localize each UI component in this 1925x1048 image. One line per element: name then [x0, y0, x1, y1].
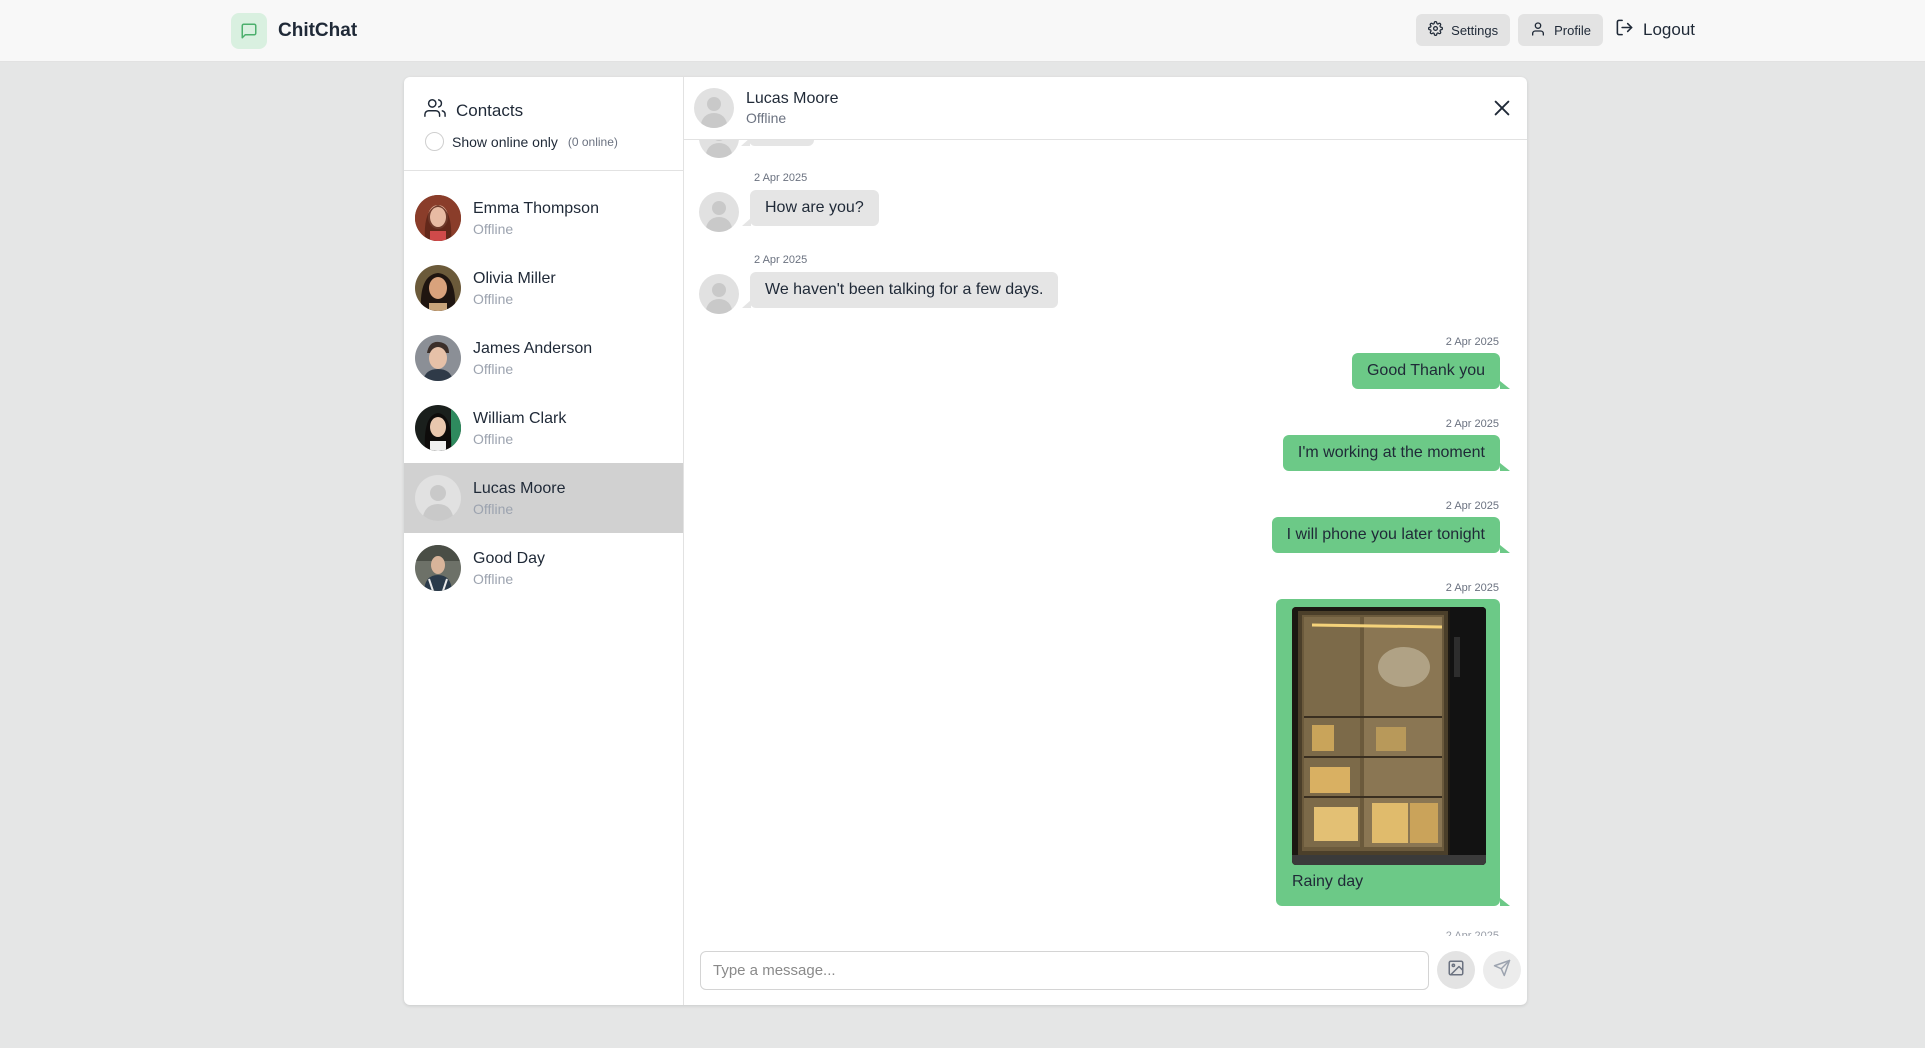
contact-name: Lucas Moore: [473, 479, 566, 497]
message-time: 2 Apr 2025: [1445, 500, 1499, 512]
message-time: 2 Apr 2025: [754, 254, 808, 266]
contacts-title: Contacts: [456, 100, 524, 120]
contact-status: Offline: [473, 500, 514, 517]
contact-name: Emma Thompson: [473, 199, 599, 217]
chat-contact-name: Lucas Moore: [746, 90, 839, 107]
contacts-sidebar: Contacts Show online only (0 online) Emm…: [404, 77, 684, 1005]
message-bubble-outgoing: Good Thank you: [1351, 353, 1511, 389]
settings-button[interactable]: Settings: [1416, 14, 1511, 46]
message-input[interactable]: [700, 950, 1429, 990]
message-photo[interactable]: [1292, 607, 1486, 865]
user-icon: [1530, 21, 1546, 40]
default-avatar-icon: [699, 140, 739, 158]
message-composer: [684, 935, 1527, 1005]
logout-label: Logout: [1643, 20, 1695, 39]
contact-name: Olivia Miller: [473, 269, 556, 287]
profile-button[interactable]: Profile: [1518, 14, 1603, 46]
message-bubble-incoming: [741, 140, 814, 146]
message-bubble-incoming: We haven't been talking for a few days.: [741, 272, 1059, 308]
online-count: (0 online): [567, 134, 618, 149]
message-time: 2 Apr 2025: [1445, 336, 1499, 348]
users-icon: [423, 97, 447, 124]
default-avatar-icon: [699, 274, 739, 314]
chat-bubble-icon: [231, 13, 267, 49]
avatar: [415, 195, 461, 241]
default-avatar-icon: [694, 88, 734, 128]
contact-item-william-clark[interactable]: William Clark Offline: [404, 393, 683, 463]
contact-status: Offline: [473, 430, 514, 447]
app-name: ChitChat: [278, 20, 358, 41]
contact-list: Emma Thompson Offline Olivia Miller Offl…: [404, 171, 683, 603]
send-button[interactable]: [1483, 951, 1521, 989]
contact-name: Good Day: [473, 549, 546, 567]
profile-label: Profile: [1554, 22, 1591, 38]
contact-item-good-day[interactable]: Good Day Offline: [404, 533, 683, 603]
message-time: 2 Apr 2025: [1445, 418, 1499, 430]
contact-item-olivia-miller[interactable]: Olivia Miller Offline: [404, 253, 683, 323]
brand[interactable]: ChitChat: [231, 13, 357, 49]
contact-status: Offline: [473, 360, 514, 377]
logout-button[interactable]: Logout: [1611, 14, 1699, 46]
image-icon: [1447, 959, 1465, 982]
online-only-label[interactable]: Show online only: [452, 134, 558, 150]
top-navbar: ChitChat Settings Profile Logout: [0, 0, 1925, 62]
chat-pane: Lucas Moore Offline 2 Apr 2025 How are y…: [684, 77, 1527, 1005]
chat-header: Lucas Moore Offline: [684, 77, 1527, 140]
contact-item-lucas-moore[interactable]: Lucas Moore Offline: [404, 463, 683, 533]
contact-name: William Clark: [473, 409, 567, 427]
attach-image-button[interactable]: [1437, 951, 1475, 989]
sidebar-header: Contacts Show online only (0 online): [404, 77, 683, 171]
avatar: [415, 265, 461, 311]
avatar: [415, 335, 461, 381]
message-bubble-incoming: How are you?: [742, 190, 879, 226]
logout-icon: [1615, 18, 1634, 42]
contact-status: Offline: [473, 220, 514, 237]
message-bubble-outgoing-image: Rainy day: [1276, 599, 1510, 906]
online-only-checkbox[interactable]: [425, 132, 444, 151]
settings-label: Settings: [1451, 22, 1499, 38]
contact-item-emma-thompson[interactable]: Emma Thompson Offline: [404, 183, 683, 253]
message-time: 2 Apr 2025: [1445, 582, 1499, 594]
chat-container: Contacts Show online only (0 online) Emm…: [404, 77, 1527, 1005]
message-bubble-outgoing: I'm working at the moment: [1282, 435, 1511, 471]
avatar: [415, 545, 461, 591]
close-icon[interactable]: [1491, 97, 1513, 119]
message-bubble-outgoing: I will phone you later tonight: [1271, 517, 1511, 553]
message-time: 2 Apr 2025: [754, 172, 808, 184]
send-icon: [1493, 959, 1511, 982]
contact-status: Offline: [473, 290, 514, 307]
avatar: [415, 405, 461, 451]
contact-status: Offline: [473, 570, 514, 587]
gear-icon: [1428, 21, 1444, 39]
contact-item-james-anderson[interactable]: James Anderson Offline: [404, 323, 683, 393]
chat-contact-status: Offline: [746, 110, 787, 126]
default-avatar-icon: [699, 192, 739, 232]
message-list: 2 Apr 2025 How are you? 2 Apr 2025 We ha…: [684, 140, 1527, 1005]
default-avatar-icon: [415, 475, 461, 521]
contact-name: James Anderson: [473, 339, 593, 357]
message-caption: Rainy day: [1292, 873, 1364, 890]
